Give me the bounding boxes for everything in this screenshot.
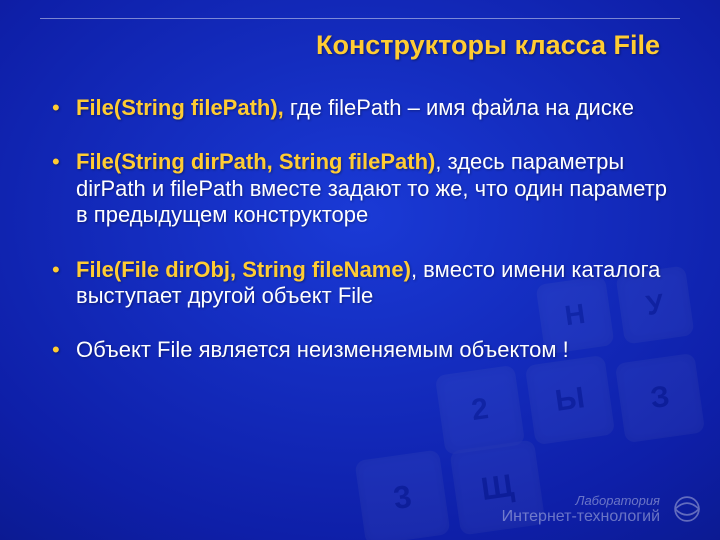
footer-logo-icon [670,492,704,526]
divider-top [40,18,680,19]
bullet-list: File(String filePath), где filePath – им… [48,95,672,364]
bullet-text: где filePath – имя файла на диске [284,95,634,120]
constructor-signature: File(String dirPath, String filePath) [76,149,435,174]
list-item: File(String filePath), где filePath – им… [48,95,672,121]
footer-line1: Лаборатория [502,494,660,508]
slide: Конструкторы класса File File(String fil… [0,0,720,540]
list-item: File(File dirObj, String fileName), вмес… [48,257,672,310]
bullet-text: Объект File является неизменяемым объект… [76,337,569,362]
constructor-signature: File(File dirObj, String fileName) [76,257,411,282]
bg-key: 3 [354,449,450,540]
slide-body: File(String filePath), где filePath – им… [48,95,672,392]
list-item: Объект File является неизменяемым объект… [48,337,672,363]
constructor-signature: File(String filePath), [76,95,284,120]
footer-line2: Интернет-технологий [502,508,660,526]
footer-branding: Лаборатория Интернет-технологий [502,494,660,526]
slide-title: Конструкторы класса File [60,30,660,61]
list-item: File(String dirPath, String filePath), з… [48,149,672,228]
